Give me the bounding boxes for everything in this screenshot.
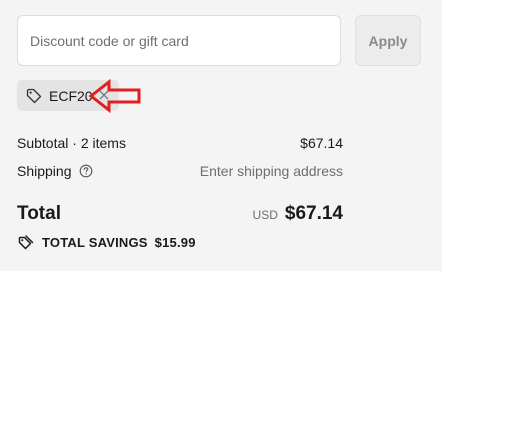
- tag-icon: [25, 87, 43, 105]
- subtotal-label: Subtotal · 2 items: [17, 135, 126, 151]
- shipping-row: Shipping: [17, 163, 93, 179]
- total-savings-row: TOTAL SAVINGS $15.99: [17, 233, 196, 251]
- currency-code: USD: [252, 208, 278, 222]
- applied-discount-code: ECF20: [49, 87, 93, 104]
- savings-label: TOTAL SAVINGS: [42, 234, 148, 250]
- shipping-value: Enter shipping address: [199, 163, 343, 179]
- subtotal-value: $67.14: [300, 135, 343, 151]
- total-value: $67.14: [284, 203, 343, 224]
- discount-code-input[interactable]: [17, 15, 341, 66]
- shipping-label: Shipping: [17, 163, 72, 179]
- help-circle-icon[interactable]: [79, 164, 93, 178]
- total-label: Total: [17, 203, 61, 224]
- tags-icon: [17, 233, 35, 251]
- red-arrow-left-icon: [88, 76, 144, 116]
- savings-value: $15.99: [154, 234, 196, 250]
- apply-discount-button[interactable]: Apply: [355, 15, 421, 66]
- total-amount: USD $67.14: [253, 203, 343, 225]
- order-summary-panel: Apply ECF20 Subtotal · 2 items $67.14 Sh…: [0, 0, 442, 271]
